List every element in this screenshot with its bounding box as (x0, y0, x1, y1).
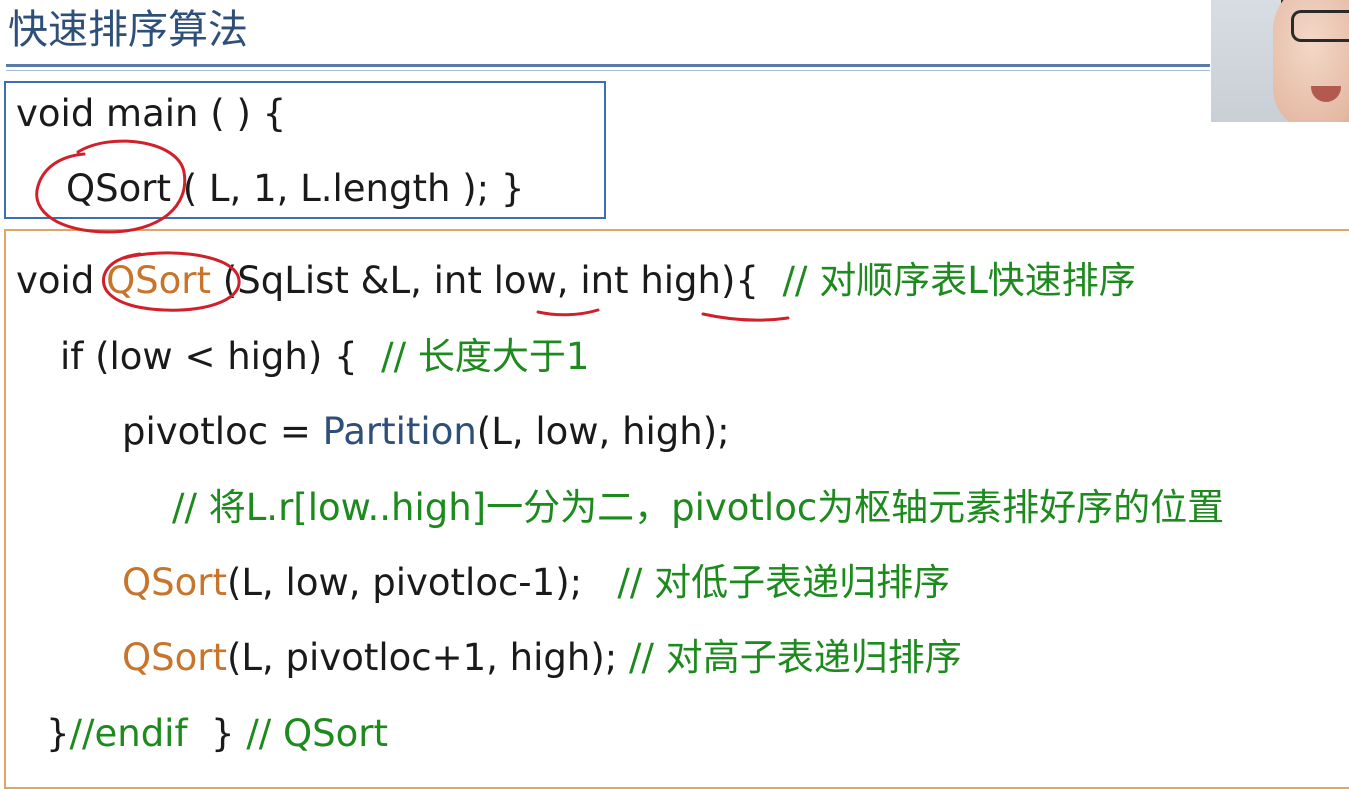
comment-qsort-end: // QSort (246, 712, 388, 755)
pivotloc-assign: pivotloc = (122, 410, 323, 453)
main-qsort-call: QSort (66, 167, 171, 210)
comment-low-subtable: // 对低子表递归排序 (617, 561, 951, 604)
presenter-glasses (1291, 10, 1349, 42)
partition-call: Partition (322, 410, 477, 453)
presenter-video-thumbnail (1211, 0, 1349, 122)
comment-high-subtable: // 对高子表递归排序 (629, 636, 962, 679)
comment-length: // 长度大于1 (381, 335, 590, 378)
main-line-2: QSort ( L, 1, L.length ); } (66, 167, 524, 211)
title-divider (6, 64, 1210, 67)
partition-args: (L, low, high); (476, 410, 730, 453)
qsort-high-call: QSort (122, 636, 227, 679)
qsort-low-call: QSort (122, 561, 227, 604)
code-line-6: QSort(L, pivotloc+1, high); // 对高子表递归排序 (122, 636, 962, 680)
main-qsort-args: ( L, 1, L.length ); } (170, 167, 525, 210)
main-line-1: void main ( ) { (16, 92, 286, 136)
slide-title: 快速排序算法 (8, 7, 248, 53)
qsort-def-params: (SqList &L, int low, int high){ (211, 259, 783, 302)
close-brace-if: } (46, 712, 70, 755)
code-line-2: if (low < high) { // 长度大于1 (60, 335, 589, 379)
close-brace-fn: } (187, 712, 247, 755)
qsort-low-args: (L, low, pivotloc-1); (226, 561, 618, 604)
code-line-7: }//endif } // QSort (46, 712, 388, 756)
if-condition: if (low < high) { (60, 335, 382, 378)
code-line-3: pivotloc = Partition(L, low, high); (122, 410, 730, 454)
code-void: void (16, 259, 107, 302)
code-line-5: QSort(L, low, pivotloc-1); // 对低子表递归排序 (122, 561, 950, 605)
comment-sort-list: // 对顺序表L快速排序 (782, 259, 1136, 302)
code-line-4: // 将L.r[low..high]一分为二，pivotloc为枢轴元素排好序的… (172, 486, 1224, 530)
qsort-def-name: QSort (106, 259, 212, 302)
code-line-1: void QSort (SqList &L, int low, int high… (16, 259, 1136, 303)
comment-partition: // 将L.r[low..high]一分为二，pivotloc为枢轴元素排好序的… (172, 486, 1225, 529)
title-divider-thin (6, 70, 1210, 71)
comment-endif: //endif (69, 712, 188, 755)
qsort-high-args: (L, pivotloc+1, high); (226, 636, 630, 679)
main-signature: void main ( ) { (16, 92, 287, 135)
